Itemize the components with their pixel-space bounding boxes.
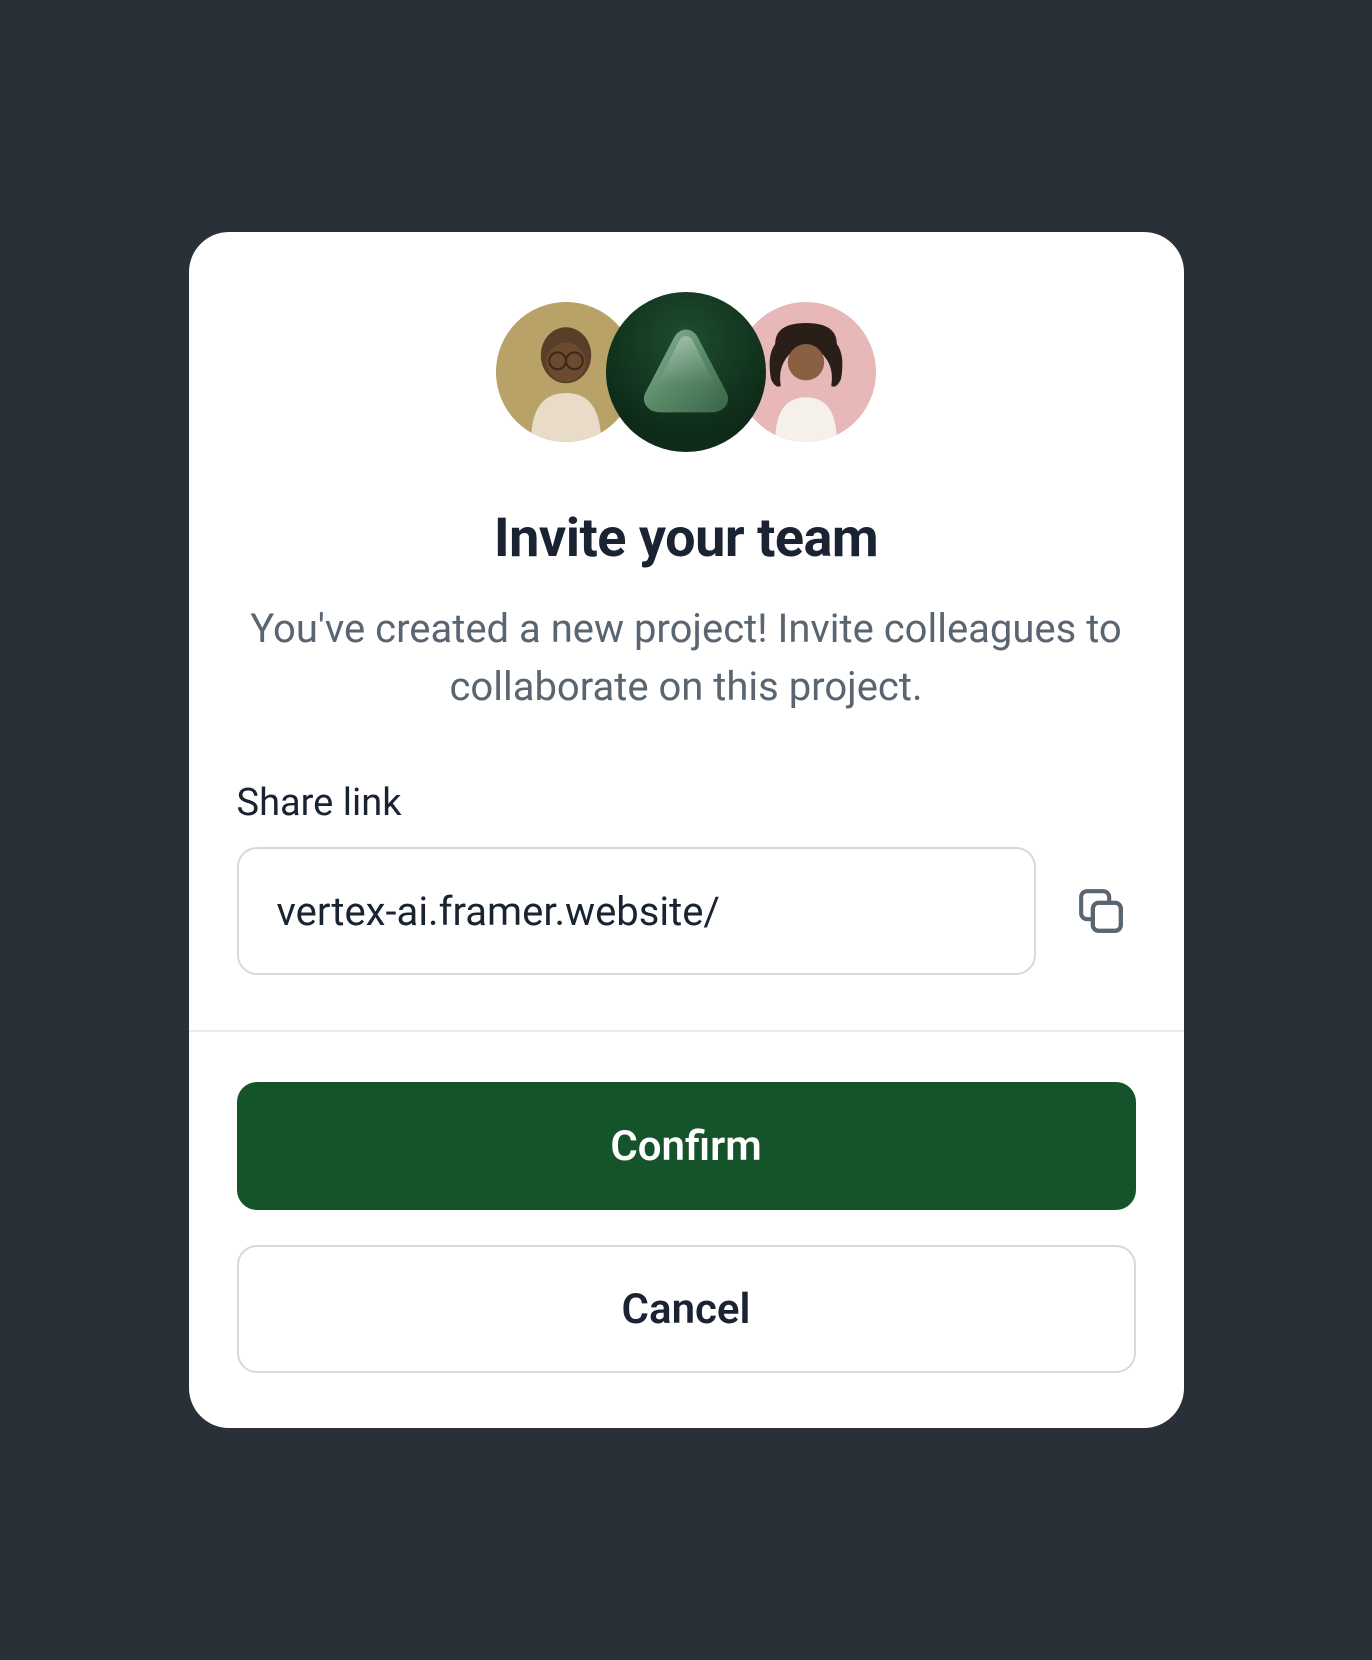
cancel-button[interactable]: Cancel: [237, 1245, 1136, 1373]
modal-footer: Confirm Cancel: [189, 1032, 1184, 1428]
avatar-logo-center: [606, 292, 766, 452]
share-link-input[interactable]: [237, 847, 1036, 975]
confirm-button[interactable]: Confirm: [237, 1082, 1136, 1210]
avatar-group: [496, 292, 876, 452]
copy-button[interactable]: [1066, 876, 1136, 946]
modal-body: Invite your team You've created a new pr…: [189, 232, 1184, 1030]
modal-title: Invite your team: [494, 507, 878, 570]
invite-team-modal: Invite your team You've created a new pr…: [189, 232, 1184, 1428]
share-link-field: Share link: [237, 781, 1136, 975]
copy-icon: [1073, 883, 1129, 939]
share-link-label: Share link: [237, 781, 402, 825]
modal-subtitle: You've created a new project! Invite col…: [237, 600, 1136, 716]
triangle-logo-icon: [630, 316, 742, 428]
share-link-row: [237, 847, 1136, 975]
